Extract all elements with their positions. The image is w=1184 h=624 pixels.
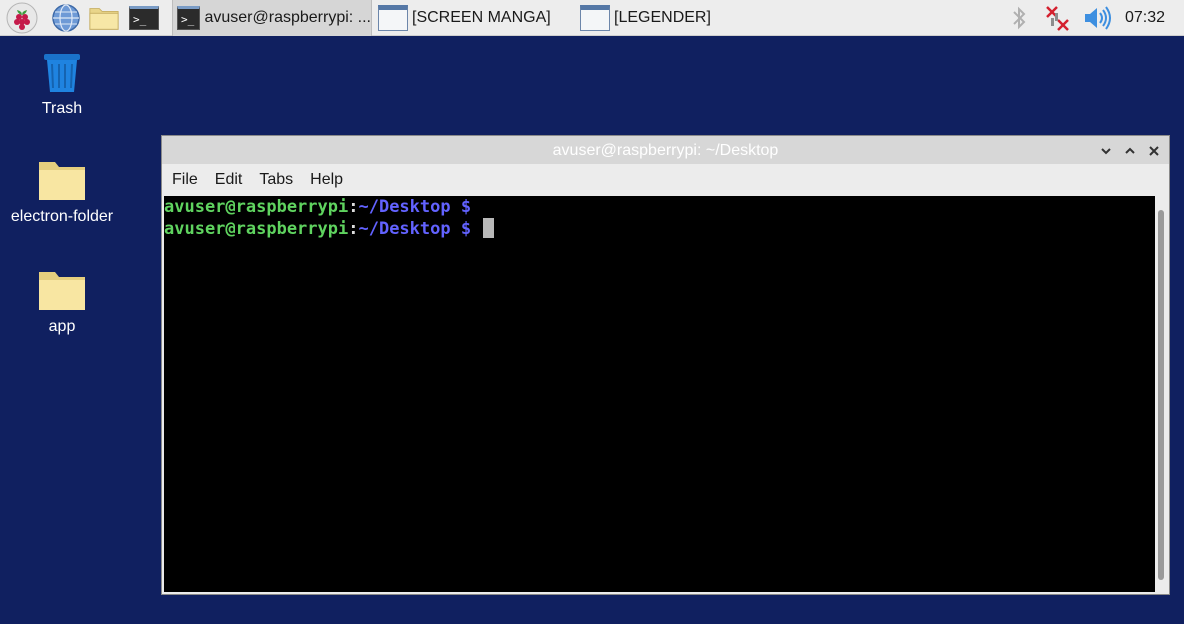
menu-tabs[interactable]: Tabs	[259, 171, 293, 189]
menu-file[interactable]: File	[172, 171, 198, 189]
prompt-user: avuser@raspberrypi	[164, 219, 349, 239]
desktop-icon-trash[interactable]: Trash	[2, 50, 122, 118]
volume-icon	[1085, 6, 1111, 30]
prompt-user: avuser@raspberrypi	[164, 197, 349, 217]
raspberry-menu-button[interactable]	[6, 2, 38, 34]
taskbar: >_ >_ avuser@raspberrypi: ... [SCREEN MA…	[0, 0, 1184, 36]
menu-bar: File Edit Tabs Help	[162, 164, 1169, 196]
desktop-icon-label: electron-folder	[10, 208, 114, 225]
task-terminal[interactable]: >_ avuser@raspberrypi: ...	[172, 0, 372, 36]
bluetooth-button[interactable]	[1008, 0, 1030, 36]
desktop-icon-label: app	[48, 318, 76, 335]
scrollbar-thumb[interactable]	[1158, 210, 1164, 580]
volume-button[interactable]	[1082, 0, 1112, 36]
network-disconnected-icon	[1046, 6, 1069, 31]
task-label: [SCREEN MANGA]	[412, 9, 551, 26]
text-cursor	[483, 218, 495, 238]
task-screen-manga[interactable]: [SCREEN MANGA]	[374, 0, 574, 36]
folder-icon	[39, 162, 85, 200]
terminal-launch-button[interactable]: >_	[128, 2, 160, 34]
close-button[interactable]	[1145, 142, 1163, 160]
bluetooth-icon	[1013, 6, 1026, 30]
trash-icon	[44, 54, 80, 92]
window-icon	[580, 5, 610, 31]
raspberry-icon	[6, 2, 38, 34]
web-browser-button[interactable]	[50, 2, 82, 34]
desktop-icon-app[interactable]: app	[2, 268, 122, 336]
chevron-down-icon	[1101, 148, 1111, 155]
prompt-separator: :	[348, 197, 359, 217]
network-button[interactable]	[1044, 0, 1072, 36]
file-manager-button[interactable]	[88, 2, 120, 34]
maximize-button[interactable]	[1121, 142, 1139, 160]
terminal-scrollbar[interactable]	[1155, 196, 1167, 592]
prompt-path: ~/Desktop $	[358, 219, 472, 239]
window-titlebar[interactable]: avuser@raspberrypi: ~/Desktop	[162, 136, 1169, 164]
prompt-separator: :	[348, 219, 359, 239]
menu-edit[interactable]: Edit	[215, 171, 243, 189]
desktop-icon-electron-folder[interactable]: electron-folder	[2, 158, 122, 226]
chevron-up-icon	[1125, 147, 1135, 154]
window-icon	[378, 5, 408, 31]
task-label: [LEGENDER]	[614, 9, 711, 26]
prompt-path: ~/Desktop $	[358, 197, 472, 217]
terminal-output[interactable]: avuser@raspberrypi:~/Desktop $ avuser@ra…	[164, 196, 1155, 592]
terminal-line: avuser@raspberrypi:~/Desktop $	[164, 218, 1155, 240]
clock[interactable]: 07:32	[1125, 0, 1165, 36]
task-legender[interactable]: [LEGENDER]	[576, 0, 776, 36]
minimize-button[interactable]	[1097, 142, 1115, 160]
task-label: avuser@raspberrypi: ...	[204, 9, 371, 26]
terminal-icon: >_	[177, 6, 201, 30]
menu-help[interactable]: Help	[310, 171, 343, 189]
folder-icon	[89, 8, 119, 30]
terminal-icon: >_	[129, 6, 159, 30]
terminal-line: avuser@raspberrypi:~/Desktop $	[164, 196, 1155, 218]
globe-icon	[52, 4, 80, 32]
folder-icon	[39, 272, 85, 310]
desktop-icon-label: Trash	[41, 100, 83, 117]
close-icon	[1149, 146, 1159, 156]
terminal-window: avuser@raspberrypi: ~/Desktop File Edit …	[162, 136, 1169, 594]
window-title: avuser@raspberrypi: ~/Desktop	[552, 142, 779, 159]
